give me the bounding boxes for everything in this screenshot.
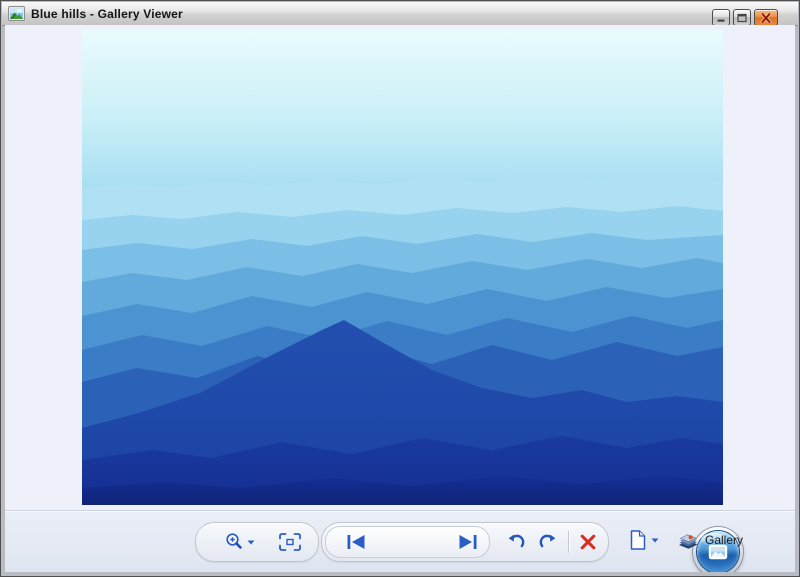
gallery-viewer-window: Blue hills - Gallery Viewer Gallery: [0, 0, 800, 577]
delete-x-icon: [580, 534, 596, 550]
rotate-ccw-icon: [508, 534, 525, 548]
gallery-button[interactable]: Gallery: [673, 524, 747, 556]
chevron-down-icon: [247, 540, 254, 544]
rotate-clockwise-button[interactable]: [532, 528, 562, 556]
gallery-button-label: Gallery: [705, 533, 744, 547]
titlebar[interactable]: Blue hills - Gallery Viewer: [2, 2, 798, 26]
window-title: Blue hills - Gallery Viewer: [31, 6, 183, 21]
rotate-cw-icon: [539, 534, 556, 548]
chevron-down-icon: [651, 538, 659, 542]
picture-icon: [8, 6, 25, 21]
photo-blue-hills: [82, 30, 723, 505]
delete-button[interactable]: [574, 529, 602, 555]
fit-to-window-icon: [279, 533, 301, 551]
minimize-icon: [717, 19, 725, 22]
maximize-icon: [737, 13, 747, 22]
photo-stack-icon: [679, 533, 698, 549]
magnifier-plus-icon: [225, 533, 242, 549]
close-button[interactable]: [754, 9, 778, 26]
viewer-client-area: Gallery: [5, 25, 795, 572]
next-button[interactable]: [452, 529, 484, 555]
previous-button[interactable]: [340, 529, 372, 555]
navigation-group: [321, 522, 743, 572]
close-icon: [760, 12, 772, 23]
next-icon: [459, 535, 477, 549]
fit-to-window-button[interactable]: [276, 529, 304, 555]
command-bar: Gallery: [5, 512, 795, 572]
window-controls: [712, 9, 778, 26]
toolbar-separator: [568, 531, 569, 553]
maximize-button[interactable]: [733, 9, 751, 26]
minimize-button[interactable]: [712, 9, 730, 26]
zoom-button[interactable]: [216, 528, 262, 556]
rotate-counterclockwise-button[interactable]: [502, 528, 532, 556]
file-page-icon: [630, 530, 646, 550]
file-menu-button[interactable]: [627, 524, 662, 556]
previous-icon: [347, 535, 365, 549]
zoom-group: [195, 522, 319, 562]
